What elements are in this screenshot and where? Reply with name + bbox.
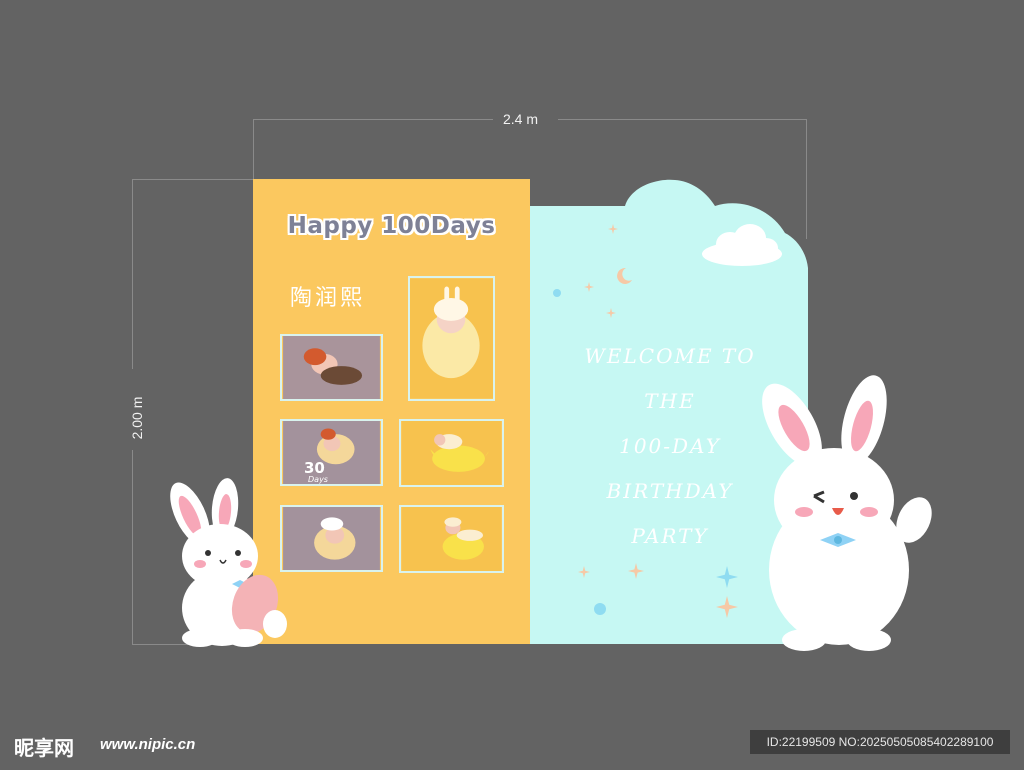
sparkle-icon bbox=[628, 563, 644, 579]
sparkle-icon bbox=[584, 282, 594, 292]
height-dimension-tick-top bbox=[132, 179, 253, 180]
baby-name: 陶润熙 bbox=[290, 286, 366, 311]
dot-icon bbox=[594, 603, 606, 615]
photo-3: 30 Days bbox=[280, 419, 383, 486]
panel-title: Happy 100Days bbox=[287, 213, 496, 239]
rabbit-left-illustration bbox=[170, 478, 287, 647]
sparkle-icon bbox=[608, 224, 618, 234]
moon-icon bbox=[617, 267, 632, 284]
photo-1 bbox=[280, 334, 383, 401]
welcome-line-4: BIRTHDAY bbox=[606, 479, 734, 503]
sparkle-icon bbox=[716, 596, 738, 618]
height-dimension-line-bottom bbox=[132, 450, 133, 644]
photo-6 bbox=[399, 505, 504, 573]
photo-5 bbox=[280, 505, 383, 572]
sparkle-icon bbox=[716, 566, 738, 588]
height-dimension-label: 2.00 m bbox=[129, 396, 145, 440]
width-dimension-line-left bbox=[253, 119, 493, 120]
watermark-logo: 昵享网 bbox=[14, 736, 74, 760]
watermark-url[interactable]: www.nipic.cn bbox=[100, 736, 195, 753]
sparkle-icon bbox=[578, 566, 590, 578]
height-dimension-line-top bbox=[132, 179, 133, 369]
image-id-label: ID:22199509 NO:20250505085402289100 bbox=[750, 730, 1010, 754]
width-dimension-tick-left bbox=[253, 119, 254, 179]
photo-4 bbox=[399, 419, 504, 487]
welcome-line-2: THE bbox=[644, 389, 696, 413]
cloud-decoration bbox=[702, 224, 782, 266]
dot-icon bbox=[553, 289, 561, 297]
photo-2 bbox=[408, 276, 495, 401]
welcome-line-3: 100-DAY bbox=[619, 434, 721, 458]
width-dimension-line-right bbox=[558, 119, 806, 120]
rabbit-right-illustration bbox=[762, 375, 932, 651]
welcome-line-5: PARTY bbox=[631, 524, 709, 548]
sparkle-icon bbox=[606, 308, 616, 318]
width-dimension-label: 2.4 m bbox=[503, 111, 539, 127]
photo-badge-text: Days bbox=[308, 475, 328, 484]
left-panel bbox=[253, 179, 530, 644]
welcome-line-1: WELCOME TO bbox=[584, 344, 756, 368]
